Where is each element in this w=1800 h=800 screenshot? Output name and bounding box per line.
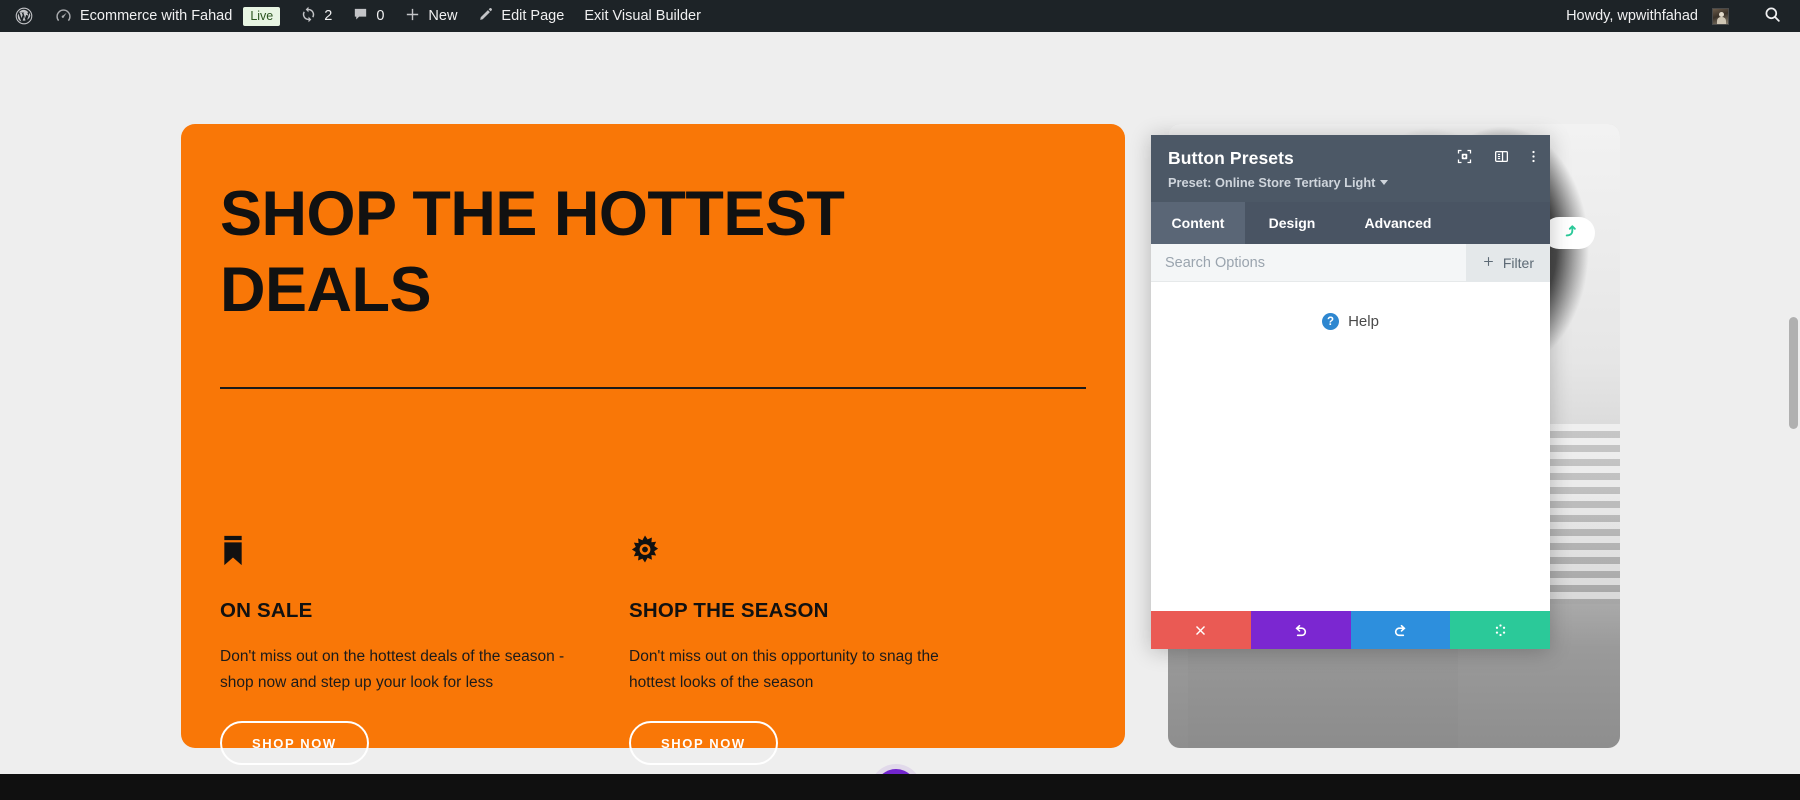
focus-frame-icon[interactable] [1457, 149, 1472, 164]
arrow-curve-up-icon [1561, 222, 1578, 244]
edit-page-button[interactable]: Edit Page [467, 0, 574, 32]
new-content-label: New [428, 8, 458, 24]
visual-builder-canvas: SHOP THE HOTTEST DEALS ON SALE Don't mis… [0, 32, 1800, 774]
admin-bar-left-group: Ecommerce with Fahad Live 2 0 New Edit P… [0, 0, 711, 32]
avatar [1712, 7, 1729, 25]
cancel-button[interactable] [1151, 611, 1251, 649]
search-icon [1763, 5, 1782, 28]
settings-panel-footer [1151, 611, 1550, 649]
more-vertical-icon[interactable] [1531, 149, 1536, 164]
feature-column-shop-season[interactable]: SHOP THE SEASON Don't miss out on this o… [629, 534, 1029, 765]
site-name-label: Ecommerce with Fahad [80, 8, 233, 24]
search-input[interactable] [1151, 254, 1466, 271]
wordpress-logo-icon [14, 6, 34, 26]
my-account-menu[interactable]: Howdy, wpwithfahad [1556, 0, 1739, 32]
wp-logo-button[interactable] [4, 0, 44, 32]
save-button[interactable] [1450, 611, 1550, 649]
plus-icon [1482, 255, 1495, 271]
settings-panel-header-icons [1457, 149, 1536, 164]
close-x-icon [1193, 623, 1208, 638]
chevron-down-icon [1380, 180, 1389, 185]
updates-sync-icon [300, 6, 317, 27]
undo-button[interactable] [1250, 611, 1351, 649]
feature-description: Don't miss out on the hottest deals of t… [220, 648, 565, 691]
preset-label: Preset: Online Store Tertiary Light [1168, 175, 1376, 190]
settings-panel-body: ? Help [1151, 282, 1550, 611]
settings-search-row: Filter [1151, 243, 1550, 282]
feature-title: SHOP THE SEASON [629, 599, 829, 622]
new-content-button[interactable]: New [394, 0, 467, 32]
panel-layout-icon[interactable] [1494, 149, 1509, 164]
filter-label: Filter [1502, 254, 1534, 271]
howdy-label: Howdy, wpwithfahad [1566, 8, 1698, 24]
help-label: Help [1348, 313, 1379, 330]
dashboard-speedometer-icon [54, 7, 73, 26]
comments-button[interactable]: 0 [342, 0, 394, 32]
tab-design[interactable]: Design [1245, 202, 1339, 244]
comments-count: 0 [376, 8, 385, 24]
live-badge: Live [243, 6, 281, 26]
viewport-bottom-bar [0, 774, 1800, 800]
module-action-badge[interactable] [1543, 217, 1595, 249]
edit-page-label: Edit Page [501, 8, 565, 24]
page-title: SHOP THE HOTTEST DEALS [220, 179, 845, 325]
admin-bar-search-button[interactable] [1753, 0, 1792, 32]
page-scrollbar-thumb[interactable] [1789, 317, 1798, 429]
question-mark-icon: ? [1322, 313, 1340, 330]
wp-admin-bar: Ecommerce with Fahad Live 2 0 New Edit P… [0, 0, 1800, 32]
save-spinner-icon [1492, 622, 1509, 639]
exit-visual-builder-button[interactable]: Exit Visual Builder [574, 0, 711, 32]
tab-advanced[interactable]: Advanced [1339, 202, 1457, 244]
feature-title: ON SALE [220, 599, 313, 622]
updates-count: 2 [324, 8, 333, 24]
feature-column-on-sale[interactable]: ON SALE Don't miss out on the hottest de… [220, 534, 620, 765]
preset-selector[interactable]: Preset: Online Store Tertiary Light [1168, 175, 1533, 190]
shop-now-button[interactable]: SHOP NOW [220, 721, 369, 765]
redo-button[interactable] [1350, 611, 1451, 649]
updates-button[interactable]: 2 [290, 0, 342, 32]
module-settings-modal[interactable]: Button Presets Preset: Online Store Tert… [1151, 135, 1550, 649]
site-name-menu[interactable]: Ecommerce with Fahad Live [44, 0, 290, 32]
bookmark-icon [220, 534, 620, 568]
tab-content[interactable]: Content [1151, 202, 1245, 244]
undo-arrow-icon [1292, 622, 1309, 639]
page-scrollbar[interactable] [1786, 32, 1800, 774]
plus-icon [404, 6, 421, 27]
sun-gear-icon [629, 534, 1029, 568]
exit-visual-builder-label: Exit Visual Builder [584, 8, 701, 24]
comment-bubble-icon [352, 6, 369, 27]
admin-bar-right-group: Howdy, wpwithfahad [1556, 0, 1800, 32]
settings-panel-header[interactable]: Button Presets Preset: Online Store Tert… [1151, 135, 1550, 202]
settings-panel-tabs: Content Design Advanced [1151, 202, 1550, 244]
pencil-icon [477, 6, 494, 27]
hero-section[interactable]: SHOP THE HOTTEST DEALS ON SALE Don't mis… [181, 124, 1125, 765]
hero-divider [220, 387, 1086, 389]
redo-arrow-icon [1392, 622, 1409, 639]
feature-description: Don't miss out on this opportunity to sn… [629, 648, 939, 691]
filter-button[interactable]: Filter [1465, 243, 1550, 282]
shop-now-button[interactable]: SHOP NOW [629, 721, 778, 765]
help-button[interactable]: ? Help [1322, 313, 1379, 330]
